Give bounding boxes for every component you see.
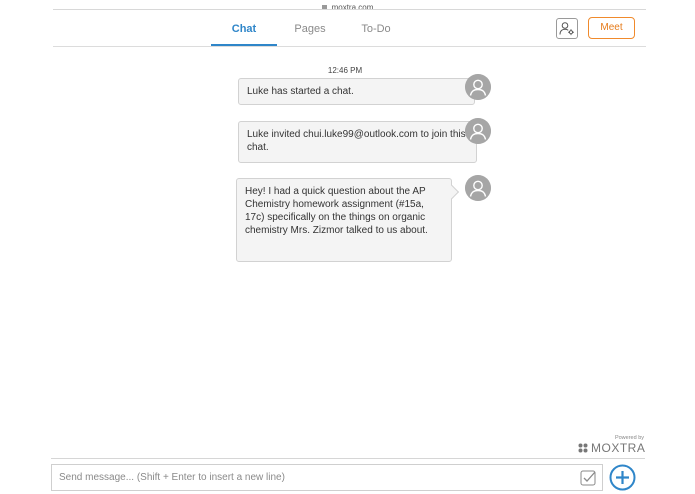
avatar-icon[interactable] — [465, 74, 491, 100]
chat-message: Luke has started a chat. — [238, 78, 475, 105]
header-divider — [53, 46, 646, 47]
tab-bar: Chat Pages To-Do — [211, 14, 409, 46]
tab-todo[interactable]: To-Do — [343, 14, 409, 46]
chat-timestamp: 12:46 PM — [327, 66, 363, 75]
message-input[interactable] — [52, 465, 602, 490]
meet-button[interactable]: Meet — [588, 17, 635, 39]
moxtra-logo-text: MOXTRA — [591, 441, 646, 455]
avatar-icon[interactable] — [465, 118, 491, 144]
add-icon[interactable] — [609, 464, 636, 491]
message-composer — [51, 464, 603, 491]
user-settings-icon — [559, 22, 574, 36]
powered-by-logo: Powered by MOXTRA — [578, 435, 645, 455]
composer-divider — [51, 458, 645, 459]
top-divider — [53, 9, 646, 10]
url-text: moxtra.com — [331, 3, 374, 12]
moxtra-logo-icon — [578, 443, 588, 453]
chat-message: Hey! I had a quick question about the AP… — [236, 178, 452, 262]
tab-chat[interactable]: Chat — [211, 14, 277, 46]
address-bar[interactable]: moxtra.com — [0, 0, 695, 12]
avatar-icon[interactable] — [465, 175, 491, 201]
participants-button[interactable] — [556, 18, 578, 39]
todo-checkbox-icon[interactable] — [580, 469, 597, 486]
moxtra-logo: MOXTRA — [578, 441, 645, 455]
tab-pages[interactable]: Pages — [277, 14, 343, 46]
chat-message: Luke invited chui.luke99@outlook.com to … — [238, 121, 477, 163]
